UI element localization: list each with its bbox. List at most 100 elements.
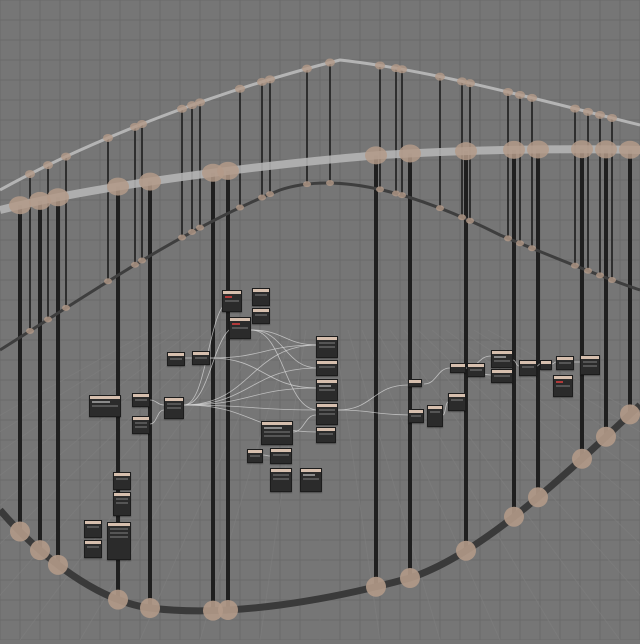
rail-joint [266,191,274,198]
graph-node[interactable] [408,409,424,423]
graph-node[interactable] [491,350,513,368]
rail-joint [465,79,475,88]
rail-joint [583,107,593,116]
rail-joint [195,98,205,107]
rail-joint [10,521,30,542]
rail-joint [325,58,335,67]
graph-node[interactable] [467,363,485,377]
rail-joint [571,262,579,269]
graph-node[interactable] [167,352,185,366]
graph-node[interactable] [556,356,574,370]
graph-node[interactable] [316,403,338,425]
graph-node[interactable] [270,448,292,464]
graph-node[interactable] [247,449,263,463]
grid-line [139,329,279,641]
rail-joint [619,140,640,159]
rail-joint [137,120,147,129]
wire [337,384,409,411]
rail-joint [572,448,592,469]
rail-joint [456,540,476,561]
graph-node[interactable] [84,540,102,558]
graph-node[interactable] [132,416,150,434]
rail-joint [504,235,512,242]
graph-node[interactable] [252,308,270,324]
graph-node[interactable] [553,375,573,397]
rail-joint [571,140,593,159]
graph-node[interactable] [89,395,121,417]
wire [183,404,319,433]
rail-joint [326,179,334,186]
graph-node[interactable] [164,397,184,419]
rail-joint [527,93,537,102]
rail-joint [140,598,160,618]
rail-joint [258,194,266,201]
graph-node[interactable] [316,427,336,443]
rail-joint [235,84,245,93]
graph-node[interactable] [261,421,293,445]
graph-node[interactable] [113,472,131,490]
graph-node[interactable] [316,379,338,401]
rail-joint [528,487,548,508]
wire [149,409,165,425]
rail-joint [303,181,311,188]
rail-joint [217,161,239,180]
grid-line [19,329,251,641]
rail-joint [48,554,68,575]
rail-joint [139,172,161,191]
rail-joint [399,144,421,163]
graph-node[interactable] [270,468,292,492]
rail-joint [302,64,312,73]
graph-node[interactable] [408,379,422,387]
rail-joint [527,140,549,159]
graph-node[interactable] [540,360,552,370]
rail-joint [503,88,513,97]
grid-line [0,329,167,433]
graph-node[interactable] [229,317,251,339]
graph-node[interactable] [300,468,322,492]
rail-joint [188,228,196,235]
rail-joint [43,161,53,170]
graph-node[interactable] [107,522,131,560]
rail-joint [365,146,387,165]
rail-joint [236,204,244,211]
rail-joint [178,234,186,241]
wire [250,329,319,411]
3d-viewport[interactable] [0,0,640,641]
graph-node[interactable] [580,355,600,375]
rail-joint [515,90,525,99]
rail-joint [196,224,204,231]
rail-joint [584,267,592,274]
rail-joint [104,278,112,285]
graph-node[interactable] [132,393,150,407]
graph-node[interactable] [448,393,466,411]
graph-node[interactable] [113,492,131,516]
rail-joint [595,110,605,119]
graph-node[interactable] [252,288,270,306]
graph-node[interactable] [316,336,338,358]
graph-node[interactable] [316,360,338,376]
rail-joint [376,186,384,193]
rail-joint [398,192,406,199]
rail-joint [436,205,444,212]
rail-joint [30,540,50,561]
rail-joint [596,426,616,447]
rail-joint [455,142,477,161]
graph-node[interactable] [450,363,466,373]
wire [149,399,165,406]
rail-joint [435,72,445,81]
graph-node[interactable] [519,360,537,376]
rail-joint [620,404,640,425]
graph-node[interactable] [84,520,102,538]
graph-node[interactable] [222,290,242,312]
graph-node[interactable] [427,405,443,427]
rail-joint [608,276,616,283]
rail-joint [516,240,524,247]
rail-joint [570,104,580,113]
graph-node[interactable] [491,369,513,383]
rail-joint [25,170,35,179]
wire [250,329,319,346]
graph-node[interactable] [192,351,210,365]
wire [292,414,317,433]
rail-joint [596,272,604,279]
rail-joint [400,568,420,588]
